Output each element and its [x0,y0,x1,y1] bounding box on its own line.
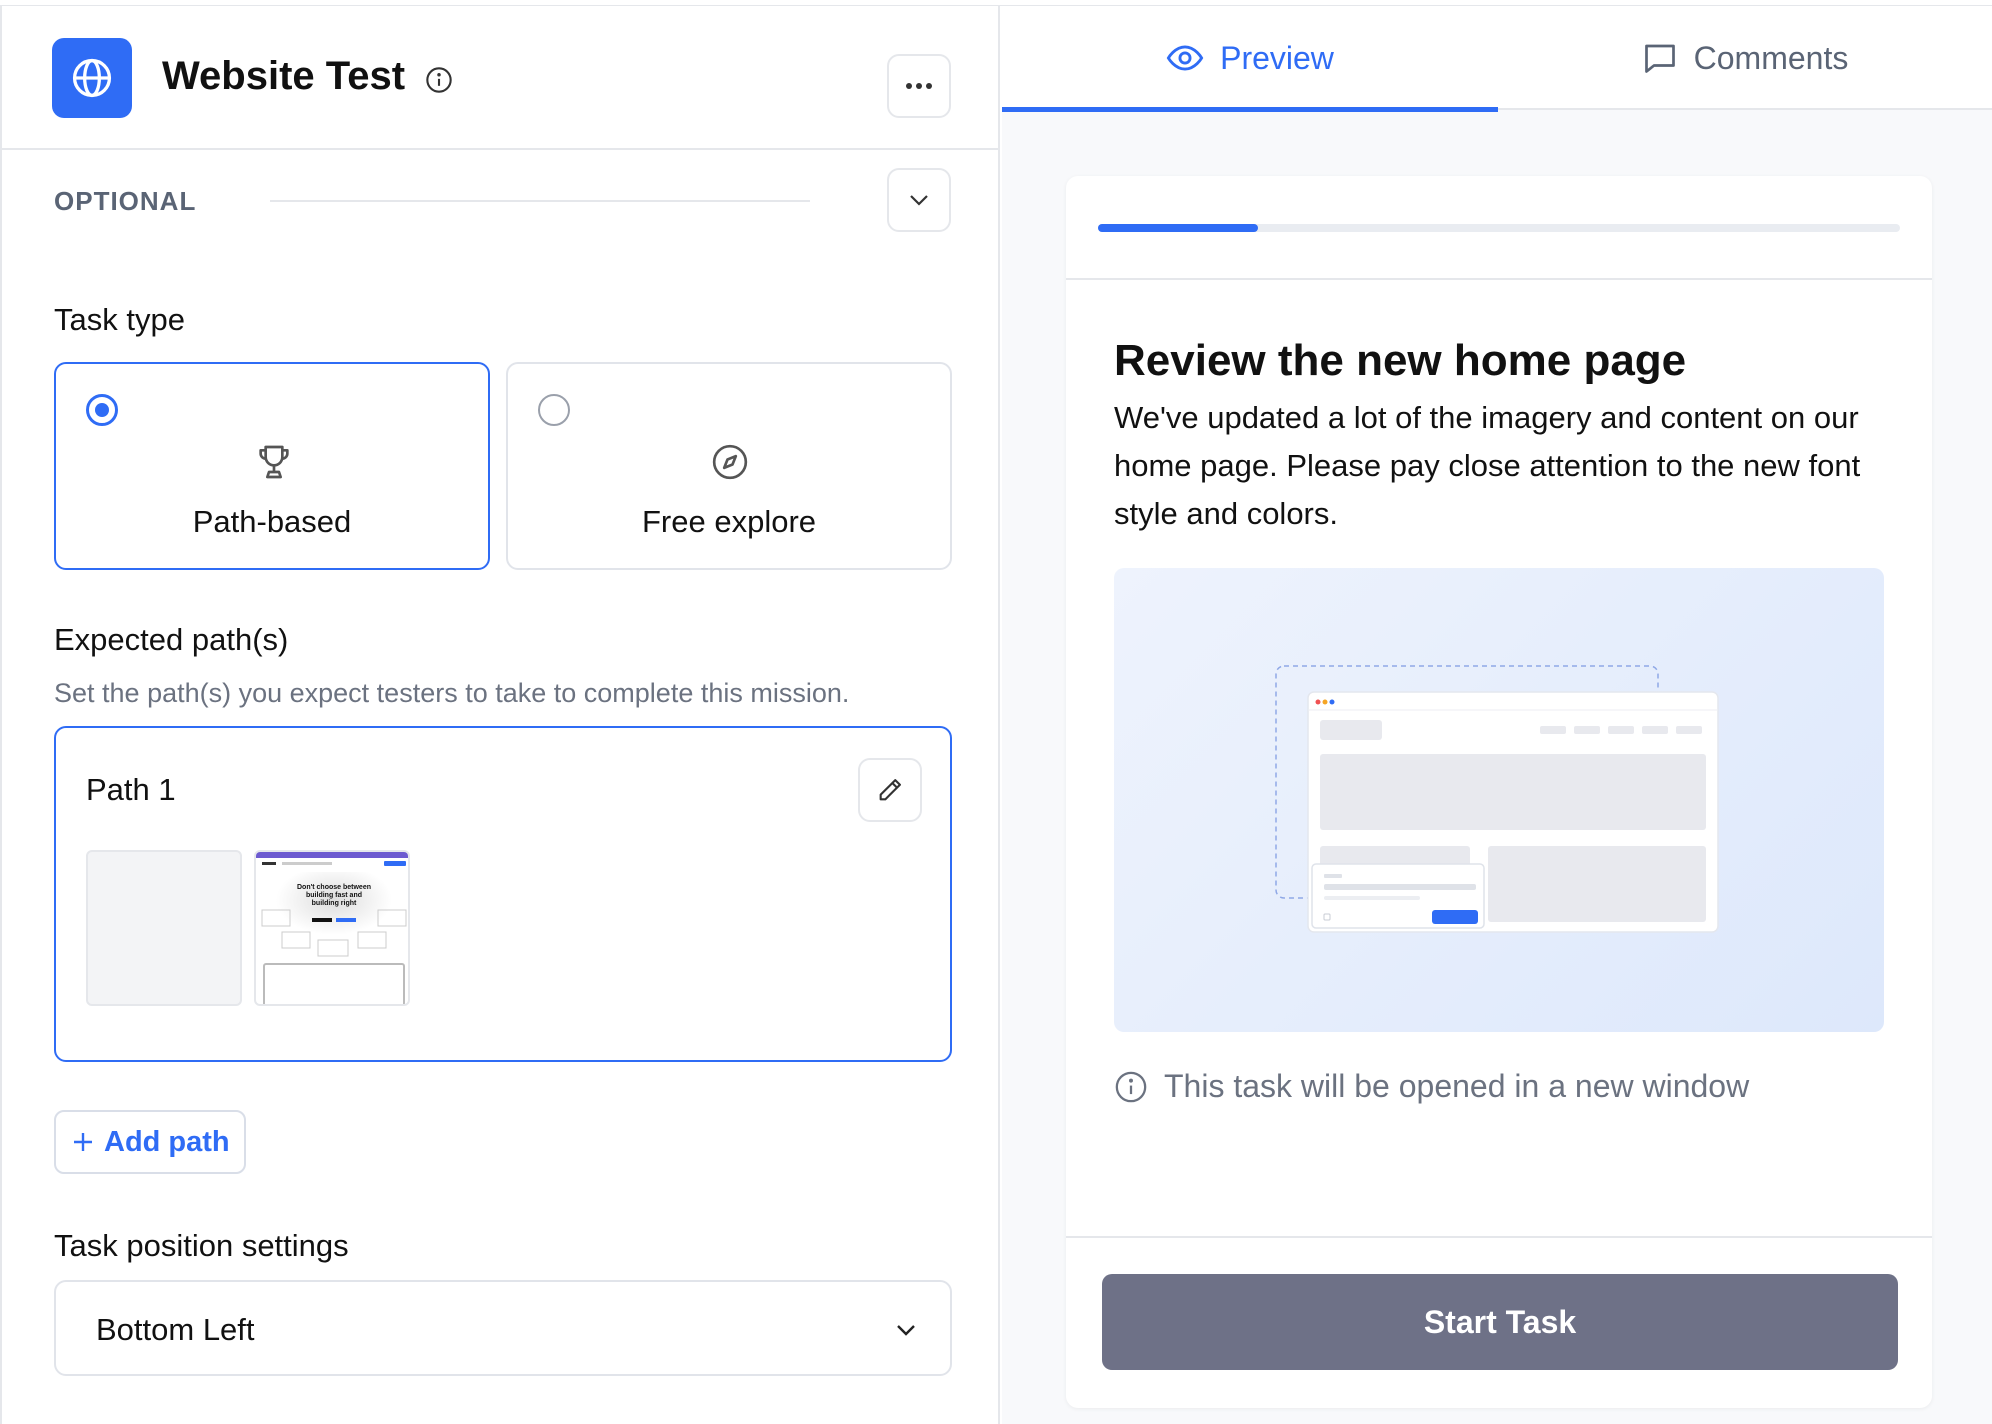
start-task-button[interactable]: Start Task [1102,1274,1898,1370]
panel-header: Website Test [2,6,998,150]
task-position-select[interactable]: Bottom Left [54,1280,952,1376]
trophy-icon [254,442,294,482]
add-path-button[interactable]: Add path [54,1110,246,1174]
task-position-value: Bottom Left [96,1312,255,1347]
task-preview-card: Review the new home page We've updated a… [1066,176,1932,1408]
radio-free-explore[interactable] [538,394,570,426]
tab-comments-label: Comments [1693,39,1849,76]
task-type-label: Task type [54,302,185,337]
editor-panel: Website Test OPTIONAL Task type Path-bas… [0,6,1000,1424]
new-window-note-text: This task will be opened in a new window [1164,1068,1750,1104]
tab-comments[interactable]: Comments [1498,6,1992,110]
divider [270,200,810,202]
more-options-button[interactable] [887,54,951,118]
tab-preview-label: Preview [1220,39,1334,76]
compass-icon [710,442,750,482]
thumbnail-heading: Don't choose between building fast and b… [296,884,371,907]
tab-bar: Preview Comments [1002,6,1992,112]
chevron-down-icon [910,195,928,206]
homepage-thumbnail-image [256,852,408,1004]
comment-icon [1644,44,1675,73]
plus-icon [74,1133,92,1151]
new-window-note: This task will be opened in a new window [1114,1068,1749,1105]
edit-path-button[interactable] [858,758,922,822]
expected-paths-label: Expected path(s) [54,622,289,657]
preview-panel: Preview Comments Review the new home pag… [1002,6,1992,1424]
tab-preview[interactable]: Preview [1002,6,1498,112]
radio-path-based[interactable] [86,394,118,426]
info-icon[interactable] [425,66,453,94]
browser-mockup-illustration [1275,665,1719,933]
path-step-thumbnail-empty[interactable] [86,850,242,1006]
progress-section [1066,176,1932,280]
path-title: Path 1 [86,772,176,807]
path-step-thumbnail-homepage[interactable]: Don't choose between building fast and b… [254,850,410,1006]
globe-icon [52,38,132,118]
website-illustration [1114,568,1884,1032]
progress-fill [1098,224,1259,232]
info-icon [1115,1071,1147,1102]
path-based-label: Path-based [192,504,352,539]
eye-icon [1166,45,1204,71]
expected-paths-helper: Set the path(s) you expect testers to ta… [54,678,850,708]
free-explore-label: Free explore [641,504,817,539]
ellipsis-icon [906,83,932,89]
task-type-path-based[interactable]: Path-based [54,362,490,570]
chevron-down-icon [894,1318,918,1342]
page-title: Website Test [162,54,406,98]
task-title: Review the new home page [1114,336,1687,385]
collapse-section-button[interactable] [887,168,951,232]
preview-footer: Start Task [1066,1236,1932,1408]
optional-section-label: OPTIONAL [54,186,197,216]
progress-bar [1098,224,1900,232]
pencil-icon [879,779,901,801]
task-type-free-explore[interactable]: Free explore [506,362,952,570]
task-description: We've updated a lot of the imagery and c… [1114,400,1861,531]
task-position-label: Task position settings [54,1228,349,1263]
path-card[interactable]: Path 1 Don't choose between building fas… [54,726,952,1062]
add-path-label: Add path [104,1125,230,1158]
